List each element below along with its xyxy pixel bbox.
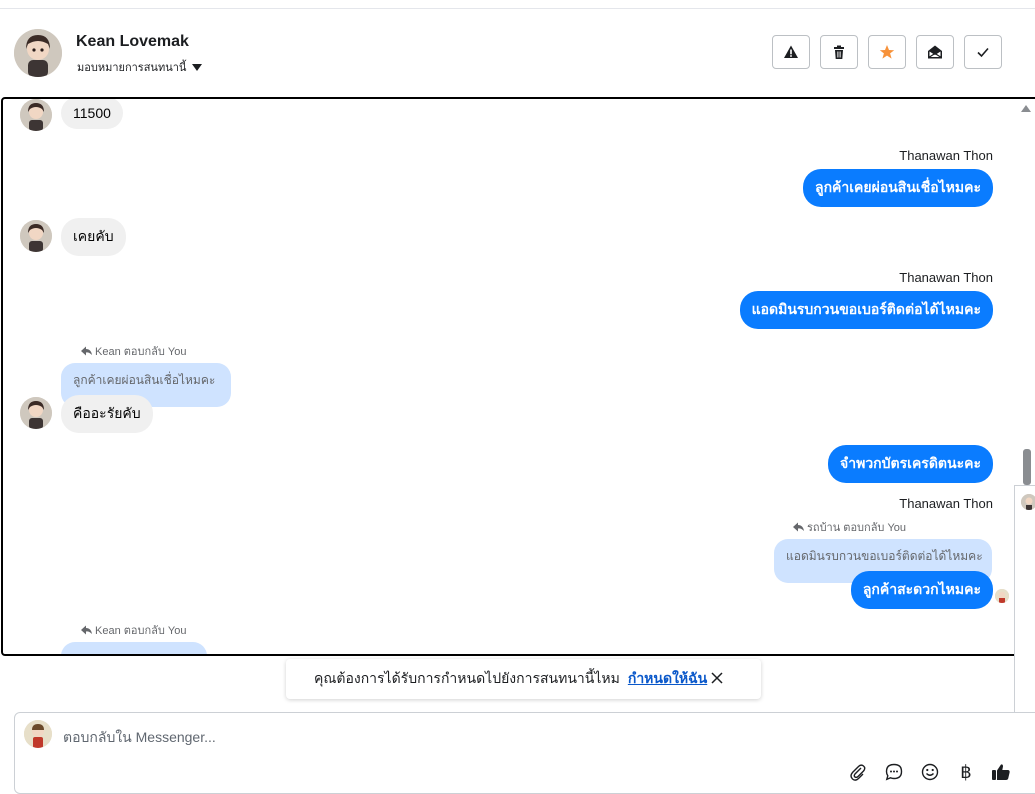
chat-bubble-icon (885, 763, 903, 781)
follow-up-button[interactable] (868, 35, 906, 69)
reply-hint: Kean ตอบกลับ You (81, 342, 186, 360)
incoming-message[interactable]: 11500 (61, 99, 123, 129)
spam-button[interactable] (772, 35, 810, 69)
payment-button[interactable]: ฿ (955, 761, 977, 783)
close-icon[interactable] (709, 670, 725, 686)
sender-name: Thanawan Thon (899, 270, 993, 285)
reply-composer: ฿ (14, 712, 1035, 794)
emoji-button[interactable] (919, 761, 941, 783)
baht-icon: ฿ (960, 761, 972, 782)
sender-name: Thanawan Thon (899, 496, 993, 511)
reply-arrow-icon (81, 346, 92, 356)
scroll-up-arrow-icon[interactable] (1021, 105, 1031, 112)
my-avatar (24, 720, 52, 748)
mark-unread-button[interactable] (916, 35, 954, 69)
saved-replies-button[interactable] (883, 761, 905, 783)
assign-prompt-text: คุณต้องการได้รับการกำหนดไปยังการสนทนานี้… (314, 670, 620, 686)
reply-hint: รถบ้าน ตอบกลับ You (793, 518, 906, 536)
contact-avatar-small (20, 99, 52, 131)
contact-avatar-small (20, 397, 52, 429)
thumbs-up-icon (992, 764, 1010, 780)
envelope-open-icon (928, 45, 942, 59)
assign-label: มอบหมายการสนทนานี้ (77, 62, 187, 74)
assign-conversation-dropdown[interactable]: มอบหมายการสนทนานี้ (77, 58, 203, 76)
outgoing-message[interactable]: แอดมินรบกวนขอเบอร์ติดต่อได้ไหมคะ (739, 291, 993, 329)
reply-hint-text: รถบ้าน ตอบกลับ You (807, 522, 907, 534)
delete-button[interactable] (820, 35, 858, 69)
scrollbar-thumb[interactable] (1023, 449, 1031, 485)
reply-input[interactable] (61, 725, 665, 749)
caret-down-icon (192, 63, 203, 71)
assign-to-me-link[interactable]: กำหนดให้ฉัน (628, 668, 707, 690)
outgoing-message[interactable]: จำพวกบัตรเครดิตนะคะ (828, 445, 993, 483)
contact-avatar-small (20, 220, 52, 252)
seen-avatar (995, 589, 1009, 603)
smiley-icon (921, 763, 939, 781)
check-icon (977, 47, 989, 58)
sender-name: Thanawan Thon (899, 148, 993, 163)
incoming-message[interactable]: เคยคับ (61, 218, 126, 256)
attach-button[interactable] (847, 761, 869, 783)
reply-hint-text: Kean ตอบกลับ You (95, 346, 187, 358)
contact-avatar[interactable] (14, 29, 62, 77)
contact-name[interactable]: Kean Lovemak (76, 33, 189, 51)
mark-done-button[interactable] (964, 35, 1002, 69)
reply-arrow-icon (81, 625, 92, 635)
paperclip-icon (850, 764, 866, 781)
star-icon (879, 45, 895, 59)
outgoing-message[interactable]: ลูกค้าเคยผ่อนสินเชื่อไหมคะ (802, 169, 993, 207)
conversation-header: Kean Lovemak มอบหมายการสนทนานี้ (0, 9, 1035, 97)
message-thread[interactable]: 11500 Thanawan Thon ลูกค้าเคยผ่อนสินเชื่… (1, 97, 1035, 656)
quoted-message[interactable] (61, 642, 207, 654)
reply-hint: Kean ตอบกลับ You (81, 621, 186, 639)
outgoing-message[interactable]: ลูกค้าสะดวกไหมคะ (850, 571, 993, 609)
panel-avatar (1021, 494, 1035, 510)
like-button[interactable] (990, 761, 1012, 783)
assign-prompt-toast: คุณต้องการได้รับการกำหนดไปยังการสนทนานี้… (286, 659, 761, 699)
reply-arrow-icon (793, 522, 804, 532)
trash-icon (834, 45, 844, 59)
reply-hint-text: Kean ตอบกลับ You (95, 625, 187, 637)
warning-icon (784, 45, 798, 58)
incoming-message[interactable]: คืออะรัยคับ (61, 395, 153, 433)
